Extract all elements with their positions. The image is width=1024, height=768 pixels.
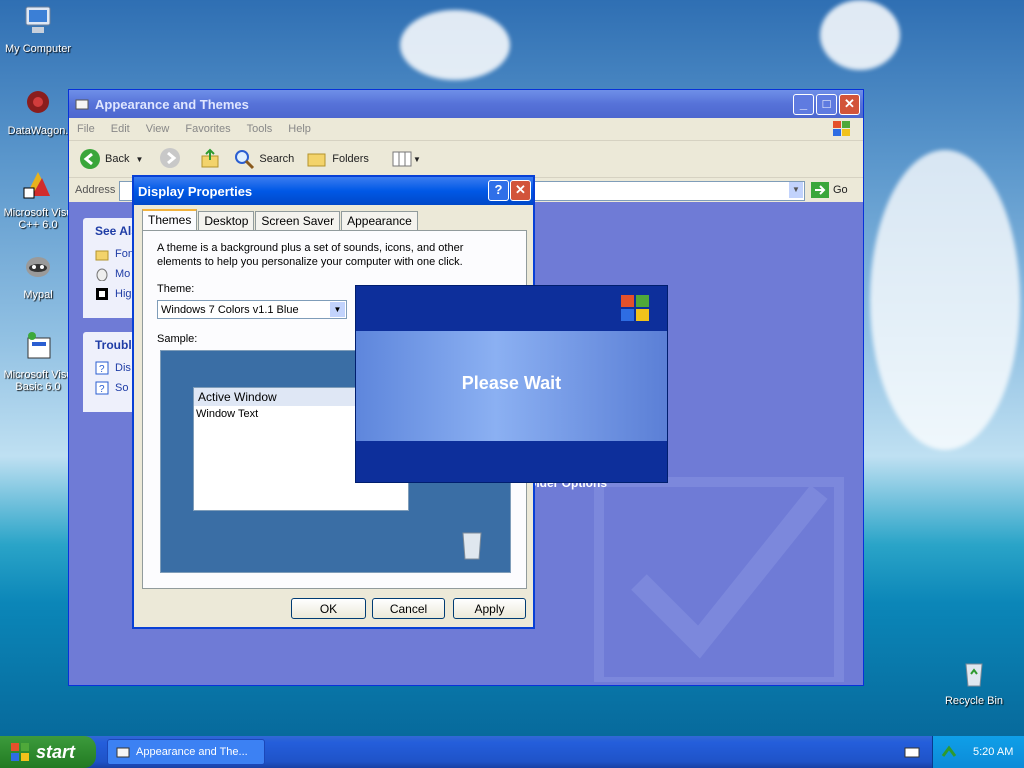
cloud xyxy=(820,0,900,70)
sample-label: Sample: xyxy=(157,333,198,345)
back-label: Back xyxy=(105,153,130,165)
start-label: start xyxy=(36,741,76,762)
menu-file[interactable]: File xyxy=(77,123,95,135)
dialog-close-button[interactable]: ✕ xyxy=(510,180,531,201)
desktop-icon-label: Recycle Bin xyxy=(944,695,1004,707)
high-contrast-icon xyxy=(96,288,108,300)
troubleshooter-item-label: Dis xyxy=(115,362,131,374)
views-grid-icon xyxy=(392,151,412,167)
maximize-button[interactable]: □ xyxy=(816,94,837,115)
visual-basic-icon xyxy=(27,332,51,359)
please-wait-band: Please Wait xyxy=(356,331,667,441)
toolbar: Back ▼ Search Folders ▼ xyxy=(69,141,863,178)
mypal-icon xyxy=(26,257,50,277)
see-also-item-label: Hig xyxy=(115,288,132,300)
keyboard-icon[interactable] xyxy=(904,745,920,759)
theme-description: A theme is a background plus a set of so… xyxy=(157,242,464,268)
search-button[interactable]: Search xyxy=(233,148,294,170)
desktop-icon-label: My Computer xyxy=(4,43,72,55)
forward-button[interactable] xyxy=(159,147,181,172)
folders-label: Folders xyxy=(332,153,369,165)
svg-text:?: ? xyxy=(99,384,105,395)
apply-button[interactable]: Apply xyxy=(453,598,526,619)
troubleshooter-item-label: So xyxy=(115,382,129,394)
help-button[interactable]: ? xyxy=(488,180,509,201)
menu-favorites[interactable]: Favorites xyxy=(185,123,230,135)
folder-window-icon xyxy=(75,99,89,110)
back-arrow-icon xyxy=(80,149,100,169)
checkmark-watermark-icon xyxy=(594,477,844,682)
forward-arrow-icon xyxy=(160,147,181,168)
taskbar: start Appearance and The... 5:20 AM xyxy=(0,736,1024,768)
up-folder-icon xyxy=(201,148,219,167)
recycle-bin-icon xyxy=(462,532,482,560)
see-also-item-label: Mo xyxy=(115,268,131,280)
chevron-down-icon[interactable]: ▼ xyxy=(330,302,345,317)
windows-logo-icon xyxy=(621,295,649,321)
theme-select[interactable]: Windows 7 Colors v1.1 Blue ▼ xyxy=(157,300,347,319)
fonts-folder-icon xyxy=(95,250,109,261)
help-icon: ? xyxy=(95,381,109,395)
taskbar-button-appearance[interactable]: Appearance and The... xyxy=(107,739,265,765)
address-dropdown-icon[interactable]: ▼ xyxy=(789,182,803,198)
chevron-down-icon: ▼ xyxy=(135,154,144,164)
menu-edit[interactable]: Edit xyxy=(111,123,130,135)
recycle-bin-icon xyxy=(965,663,983,687)
go-button[interactable]: Go xyxy=(811,182,848,198)
ok-button[interactable]: OK xyxy=(291,598,366,619)
cancel-button[interactable]: Cancel xyxy=(372,598,445,619)
go-label: Go xyxy=(833,184,848,196)
cloud xyxy=(870,150,1020,450)
tab-appearance[interactable]: Appearance xyxy=(341,211,418,232)
datawagon-icon xyxy=(27,91,49,113)
safely-remove-icon[interactable] xyxy=(941,744,957,760)
menu-tools[interactable]: Tools xyxy=(247,123,273,135)
theme-select-value: Windows 7 Colors v1.1 Blue xyxy=(161,304,299,316)
menu-bar: File Edit View Favorites Tools Help xyxy=(69,118,863,141)
minimize-button[interactable]: _ xyxy=(793,94,814,115)
folder-window-icon xyxy=(116,747,130,758)
folders-icon xyxy=(307,153,326,167)
visual-cpp-icon xyxy=(23,172,50,199)
start-button[interactable]: start xyxy=(0,736,96,768)
windows-logo-icon xyxy=(831,119,853,140)
views-button[interactable]: ▼ xyxy=(391,149,421,169)
system-tray: 5:20 AM xyxy=(932,736,1024,768)
mouse-icon xyxy=(96,268,108,281)
up-folder-button[interactable] xyxy=(199,147,221,172)
menu-view[interactable]: View xyxy=(146,123,170,135)
help-icon: ? xyxy=(95,361,109,375)
search-icon xyxy=(235,150,255,170)
dialog-title: Display Properties xyxy=(138,183,253,199)
address-label: Address xyxy=(75,184,116,196)
windows-logo-icon xyxy=(11,743,29,761)
please-wait-message: Please Wait xyxy=(461,373,562,393)
dialog-title-bar[interactable]: Display Properties xyxy=(134,177,533,205)
computer-icon xyxy=(25,6,51,33)
menu-help[interactable]: Help xyxy=(288,123,311,135)
chevron-down-icon: ▼ xyxy=(412,154,421,164)
taskbar-button-label: Appearance and The... xyxy=(136,746,248,758)
close-button[interactable]: ✕ xyxy=(839,94,860,115)
go-arrow-icon xyxy=(811,182,829,198)
cloud xyxy=(400,10,510,80)
please-wait-dialog: Please Wait xyxy=(355,285,668,483)
explorer-title-bar[interactable]: Appearance and Themes xyxy=(69,90,863,118)
clock[interactable]: 5:20 AM xyxy=(973,746,1013,758)
tab-desktop[interactable]: Desktop xyxy=(198,211,255,232)
tab-screen-saver[interactable]: Screen Saver xyxy=(255,211,341,232)
search-label: Search xyxy=(259,153,295,165)
desktop-icon-my-computer[interactable]: My Computer xyxy=(0,4,80,55)
theme-label: Theme: xyxy=(157,283,195,295)
explorer-title: Appearance and Themes xyxy=(95,96,249,112)
folders-button[interactable]: Folders xyxy=(306,148,369,170)
desktop-icon-recycle-bin[interactable]: Recycle Bin xyxy=(932,656,1016,707)
svg-text:?: ? xyxy=(99,364,105,375)
back-button[interactable]: Back ▼ xyxy=(79,148,143,170)
